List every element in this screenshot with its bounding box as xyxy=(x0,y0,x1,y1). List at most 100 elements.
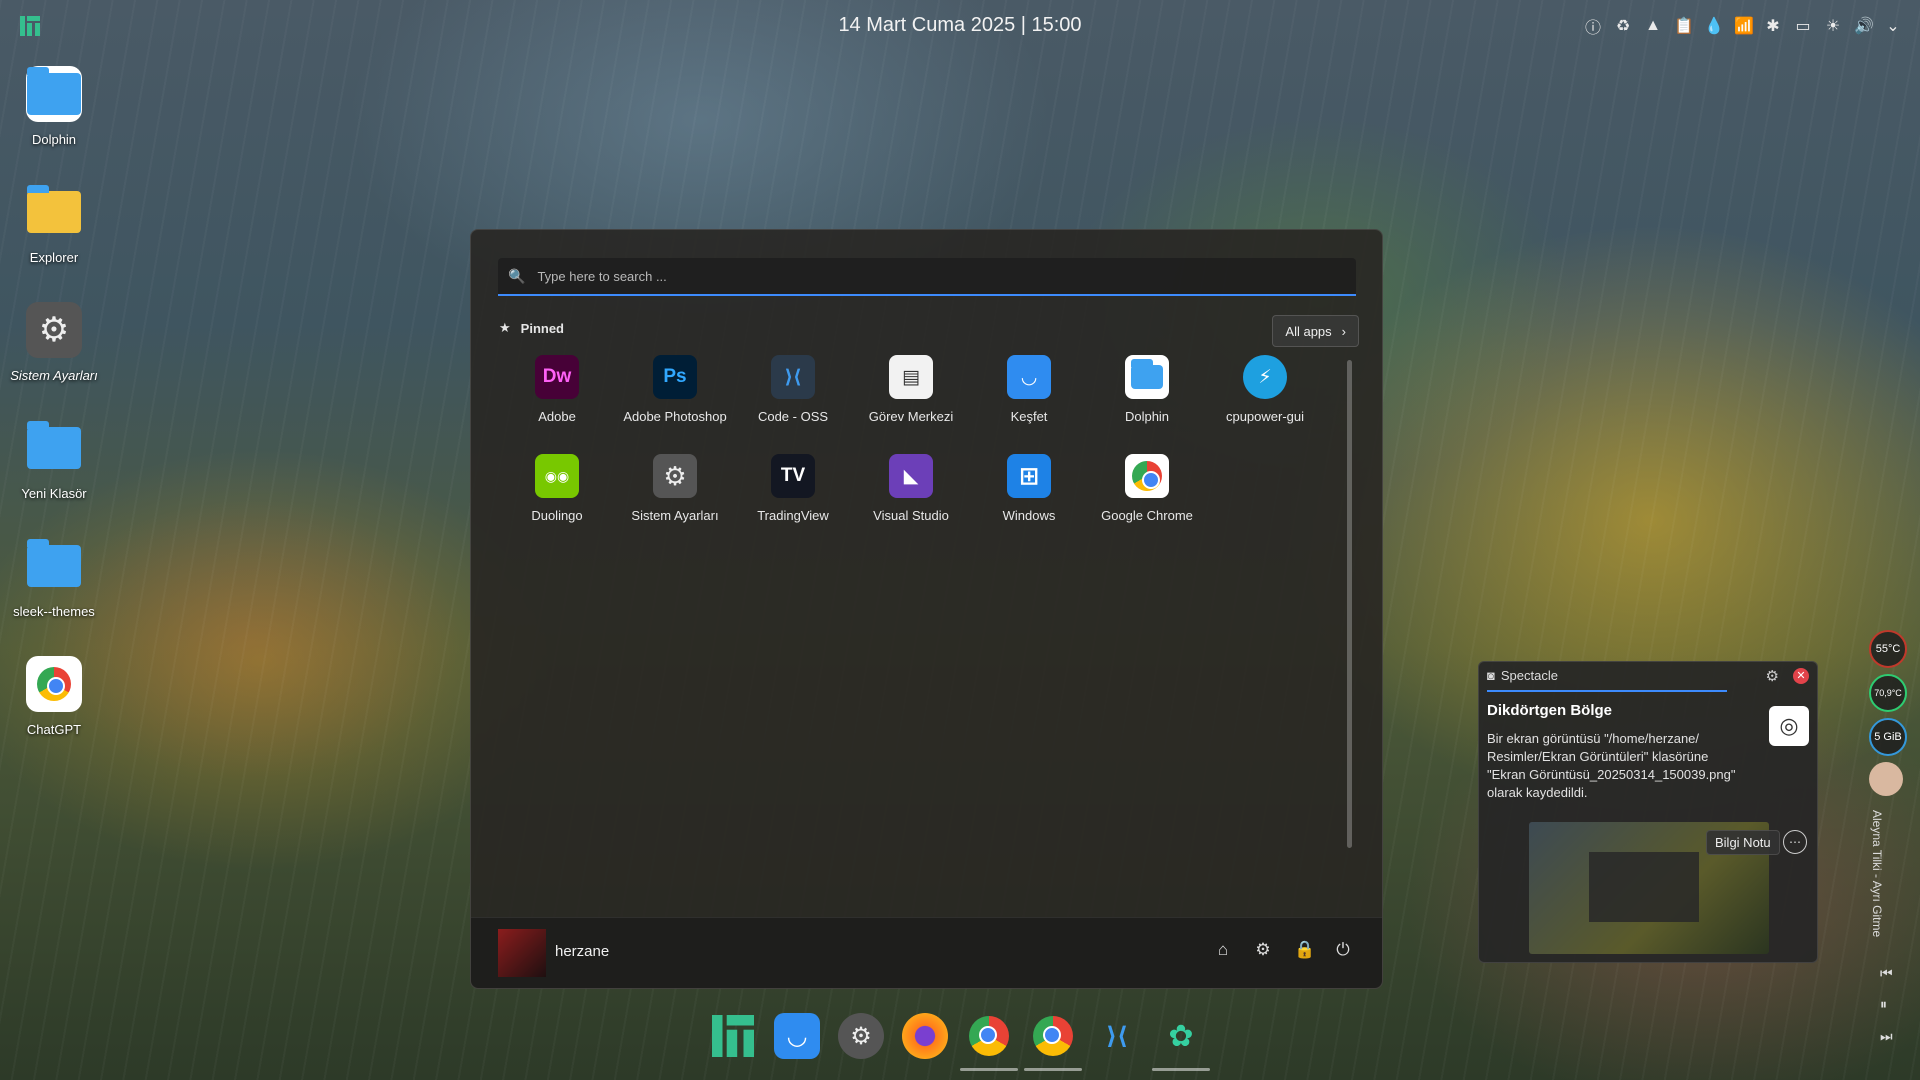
top-panel: 14 Mart Cuma 2025 | 15:00 ⓘ ♻ ▲ 📋 💧 📶 ✱ … xyxy=(0,0,1920,52)
gear-icon[interactable]: ⚙ xyxy=(1766,667,1779,685)
folder-icon xyxy=(1125,355,1169,399)
app-code-oss[interactable]: ⟩⟨ Code - OSS xyxy=(734,355,852,424)
sync-icon[interactable]: ♻ xyxy=(1614,16,1632,36)
brightness-icon[interactable]: ☀ xyxy=(1824,16,1842,36)
notification-timeout-bar xyxy=(1487,690,1727,692)
lock-icon[interactable]: 🔒 xyxy=(1294,940,1315,960)
footer-actions: ⌂ ⚙ 🔒 ⏻ xyxy=(1214,940,1352,960)
desktop-icon-settings[interactable]: ⚙ Sistem Ayarları xyxy=(0,296,108,414)
system-tray: ⓘ ♻ ▲ 📋 💧 📶 ✱ ▭ ☀ 🔊 ⌄ xyxy=(1584,14,1902,38)
spectacle-icon: ◙ xyxy=(1487,668,1495,683)
close-button[interactable]: ✕ xyxy=(1793,668,1809,684)
notification-header: ◙ Spectacle xyxy=(1487,668,1558,683)
next-icon[interactable]: ⏭ xyxy=(1880,1028,1893,1045)
settings-icon: ⚙ xyxy=(653,454,697,498)
app-duolingo[interactable]: ◉◉ Duolingo xyxy=(498,454,616,523)
windows-icon: ⊞ xyxy=(1007,454,1051,498)
pinned-label: Pinned xyxy=(520,320,564,336)
desktop-icon-chatgpt[interactable]: ChatGPT xyxy=(0,650,108,768)
folder-icon xyxy=(26,420,82,476)
app-gorev-merkezi[interactable]: ▤ Görev Merkezi xyxy=(852,355,970,424)
app-google-chrome[interactable]: Google Chrome xyxy=(1088,454,1206,523)
pause-icon[interactable]: ⏸ xyxy=(1880,996,1887,1013)
screenshot-icon: ◎ xyxy=(1769,706,1809,746)
vscode-icon: ⟩⟨ xyxy=(771,355,815,399)
app-adobe[interactable]: Dw Adobe xyxy=(498,355,616,424)
arch-icon[interactable]: ▲ xyxy=(1644,17,1662,35)
app-cpupower-gui[interactable]: ⚡ cpupower-gui xyxy=(1206,355,1324,424)
all-apps-button[interactable]: All apps › xyxy=(1272,315,1359,347)
discover-icon: ◡ xyxy=(1007,355,1051,399)
pinned-apps-grid: Dw Adobe Ps Adobe Photoshop ⟩⟨ Code - OS… xyxy=(498,355,1328,523)
app-tradingview[interactable]: TV TradingView xyxy=(734,454,852,523)
desktop-icon-sleek-themes[interactable]: sleek--themes xyxy=(0,532,108,650)
all-apps-label: All apps xyxy=(1285,323,1332,339)
search-input[interactable] xyxy=(535,267,1340,285)
chevron-right-icon: › xyxy=(1341,323,1346,339)
chrome-icon[interactable] xyxy=(1024,1013,1082,1071)
wifi-icon[interactable]: 📶 xyxy=(1734,16,1754,36)
search-icon: 🔍 xyxy=(508,267,526,284)
chatgpt-icon[interactable]: ✿ xyxy=(1152,1013,1210,1071)
manjaro-icon[interactable] xyxy=(710,1013,756,1059)
app-kesfet[interactable]: ◡ Keşfet xyxy=(970,355,1088,424)
user-name: herzane xyxy=(555,943,610,960)
desktop-icon-dolphin[interactable]: Dolphin xyxy=(0,60,108,178)
chrome-icon[interactable] xyxy=(960,1013,1018,1071)
pinned-header: ★ Pinned xyxy=(499,320,564,336)
app-visual-studio[interactable]: ◣ Visual Studio xyxy=(852,454,970,523)
app-windows[interactable]: ⊞ Windows xyxy=(970,454,1088,523)
launcher-footer: herzane ⌂ ⚙ 🔒 ⏻ xyxy=(471,917,1382,988)
power-icon[interactable]: ⏻ xyxy=(1334,940,1352,960)
search-box[interactable]: 🔍 xyxy=(498,258,1356,296)
drop-icon[interactable]: 💧 xyxy=(1704,16,1724,36)
app-adobe-photoshop[interactable]: Ps Adobe Photoshop xyxy=(616,355,734,424)
photoshop-icon: Ps xyxy=(653,355,697,399)
memory-widget[interactable]: 5 GiB xyxy=(1869,718,1907,756)
vscode-icon[interactable]: ⟩⟨ xyxy=(1094,1013,1140,1059)
gpu-temp-widget[interactable]: 70,9°C xyxy=(1869,674,1907,712)
info-icon[interactable]: ⓘ xyxy=(1584,14,1602,38)
discover-icon[interactable]: ◡ xyxy=(774,1013,820,1059)
spectacle-notification: ◙ Spectacle ⚙ ✕ Dikdörtgen Bölge Bir ekr… xyxy=(1478,661,1818,963)
notification-body: Bir ekran görüntüsü "/home/herzane/ Resi… xyxy=(1487,731,1736,800)
scrollbar[interactable] xyxy=(1347,360,1352,848)
application-launcher: 🔍 ★ Pinned All apps › Dw Adobe Ps Adobe … xyxy=(470,229,1383,989)
volume-icon[interactable]: 🔊 xyxy=(1854,16,1874,36)
folder-icon xyxy=(26,66,82,122)
album-art-avatar[interactable] xyxy=(1869,762,1903,796)
bluetooth-icon[interactable]: ✱ xyxy=(1764,16,1782,36)
desktop-icons: Dolphin Explorer ⚙ Sistem Ayarları Yeni … xyxy=(0,60,108,768)
more-icon[interactable]: ⋯ xyxy=(1783,830,1807,854)
settings-icon: ⚙ xyxy=(26,302,82,358)
avatar[interactable] xyxy=(498,929,546,977)
folder-icon xyxy=(26,538,82,594)
clipboard-icon[interactable]: 📋 xyxy=(1674,16,1694,36)
cpu-temp-widget[interactable]: 55°C xyxy=(1869,630,1907,668)
explorer-folder-icon xyxy=(26,184,82,240)
firefox-icon[interactable] xyxy=(902,1013,948,1059)
dreamweaver-icon: Dw xyxy=(535,355,579,399)
star-icon: ★ xyxy=(499,320,511,335)
cpu-icon: ⚡ xyxy=(1243,355,1287,399)
notification-app-name: Spectacle xyxy=(1500,668,1558,683)
system-monitor-icon: ▤ xyxy=(889,355,933,399)
visual-studio-icon: ◣ xyxy=(889,454,933,498)
battery-icon[interactable]: ▭ xyxy=(1794,16,1812,36)
desktop-icon-yeni-klasor[interactable]: Yeni Klasör xyxy=(0,414,108,532)
chrome-icon xyxy=(26,656,82,712)
app-dolphin[interactable]: Dolphin xyxy=(1088,355,1206,424)
previous-icon[interactable]: ⏮ xyxy=(1880,965,1893,982)
dock: ◡ ⚙ ⟩⟨ ✿ xyxy=(710,1013,1210,1071)
settings-icon[interactable]: ⚙ xyxy=(838,1013,884,1059)
chevron-down-icon[interactable]: ⌄ xyxy=(1884,16,1902,36)
app-sistem-ayarlari[interactable]: ⚙ Sistem Ayarları xyxy=(616,454,734,523)
chrome-icon xyxy=(1125,454,1169,498)
notification-title: Dikdörtgen Bölge xyxy=(1487,702,1613,719)
desktop-icon-explorer[interactable]: Explorer xyxy=(0,178,108,296)
tradingview-icon: TV xyxy=(771,454,815,498)
info-note-button[interactable]: Bilgi Notu xyxy=(1706,830,1780,855)
home-icon[interactable]: ⌂ xyxy=(1214,940,1232,960)
now-playing-title: Aleyna Tilki - Ayrı Gitme xyxy=(1870,810,1884,938)
settings-icon[interactable]: ⚙ xyxy=(1254,940,1272,960)
